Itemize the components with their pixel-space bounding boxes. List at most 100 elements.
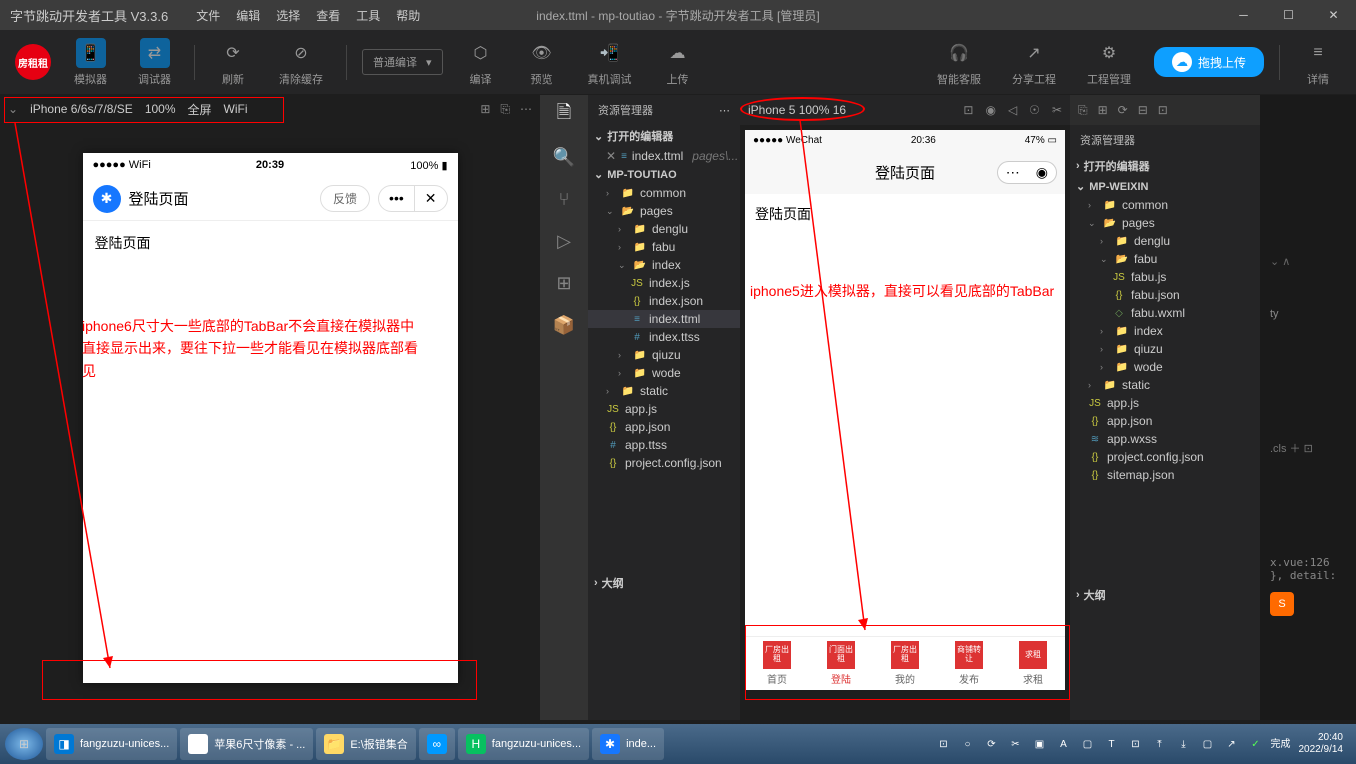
tab-seek[interactable]: 求租求租 (1001, 637, 1065, 690)
tab-publish[interactable]: 商铺转让发布 (937, 637, 1001, 690)
compile-button[interactable]: ⬡编译 (458, 34, 504, 91)
more-icon[interactable]: ⋯ (998, 162, 1028, 183)
task-devtool[interactable]: ✱inde... (592, 728, 664, 760)
phone-simulator[interactable]: ●●●●● WiFi 20:39 100% ▮ ✱ 登陆页面 反馈 ••• ✕ … (83, 153, 458, 683)
search-icon[interactable]: 🔍 (552, 145, 576, 169)
debug-icon[interactable]: ▷ (552, 229, 576, 253)
clear-cache-button[interactable]: ⊘清除缓存 (271, 34, 331, 91)
refresh-icon[interactable]: ⟳ (1118, 103, 1128, 117)
remote-debug-button[interactable]: 📲真机调试 (580, 34, 640, 91)
explorer-icon[interactable]: 🗎 (552, 103, 576, 127)
menu-tools[interactable]: 工具 (348, 7, 388, 24)
r-folder-wode[interactable]: ›📁wode (1070, 358, 1260, 376)
rotate-icon[interactable]: ⊞ (480, 102, 490, 117)
folder-fabu[interactable]: ›📁fabu (588, 238, 740, 256)
menu-select[interactable]: 选择 (268, 7, 308, 24)
git-icon[interactable]: ⑂ (552, 187, 576, 211)
task-vscode[interactable]: ◨fangzuzu-unices... (46, 728, 177, 760)
share-button[interactable]: ↗分享工程 (1004, 34, 1064, 91)
r-folder-qiuzu[interactable]: ›📁qiuzu (1070, 340, 1260, 358)
more-icon[interactable]: ••• (379, 186, 415, 211)
menu-view[interactable]: 查看 (308, 7, 348, 24)
folder-wode[interactable]: ›📁wode (588, 364, 740, 382)
package-icon[interactable]: 📦 (552, 313, 576, 337)
file-index-js[interactable]: JSindex.js (588, 274, 740, 292)
close-icon[interactable]: ✕ (415, 186, 447, 211)
refresh-button[interactable]: ⟳刷新 (210, 34, 256, 91)
device-select[interactable]: iPhone 6/6s/7/8/SE (30, 102, 133, 116)
preview-button[interactable]: 👁预览 (519, 34, 565, 91)
folder-pages[interactable]: ⌄📂pages (588, 202, 740, 220)
ai-service-button[interactable]: 🎧智能客服 (929, 34, 989, 91)
file-app-ttss[interactable]: #app.ttss (588, 436, 740, 454)
clock[interactable]: 20:402022/9/14 (1299, 732, 1352, 756)
right-project-header[interactable]: ⌄MP-WEIXIN (1070, 177, 1260, 196)
file-index-ttss[interactable]: #index.ttss (588, 328, 740, 346)
open-file-item[interactable]: ✕≡index.ttmlpages\... (588, 147, 740, 165)
snapshot-icon[interactable]: ⎘ (500, 102, 510, 117)
r-folder-index[interactable]: ›📁index (1070, 322, 1260, 340)
file-app-js[interactable]: JSapp.js (588, 400, 740, 418)
copy-icon[interactable]: ⎘ (1078, 103, 1088, 118)
folder-denglu[interactable]: ›📁denglu (588, 220, 740, 238)
r-file-sitemap[interactable]: {}sitemap.json (1070, 466, 1260, 484)
target-icon[interactable]: ◉ (1028, 162, 1056, 183)
tab-mine[interactable]: 厂房出租我的 (873, 637, 937, 690)
r-folder-pages[interactable]: ⌄📂pages (1070, 214, 1260, 232)
project-header[interactable]: ⌄MP-TOUTIAO (588, 165, 740, 184)
r-file-fabu-json[interactable]: {}fabu.json (1070, 286, 1260, 304)
task-app1[interactable]: ∞ (419, 728, 455, 760)
simulator-button[interactable]: 📱模拟器 (66, 34, 115, 91)
outline-header[interactable]: ›大纲 (588, 572, 740, 594)
menu-help[interactable]: 帮助 (388, 7, 428, 24)
fullscreen-toggle[interactable]: 全屏 (188, 101, 212, 118)
r-file-fabu-js[interactable]: JSfabu.js (1070, 268, 1260, 286)
extensions-icon[interactable]: ⊞ (552, 271, 576, 295)
file-index-ttml[interactable]: ≡index.ttml (588, 310, 740, 328)
r-folder-common[interactable]: ›📁common (1070, 196, 1260, 214)
cut-icon[interactable]: ✂ (1052, 103, 1062, 117)
record-icon[interactable]: ◉ (985, 103, 995, 117)
tab-home[interactable]: 厂房出租首页 (745, 637, 809, 690)
folder-common[interactable]: ›📁common (588, 184, 740, 202)
engineering-button[interactable]: ⚙工程管理 (1079, 34, 1139, 91)
file-project-config[interactable]: {}project.config.json (588, 454, 740, 472)
r-file-app-js[interactable]: JSapp.js (1070, 394, 1260, 412)
r-folder-denglu[interactable]: ›📁denglu (1070, 232, 1260, 250)
r-file-fabu-wxml[interactable]: ◇fabu.wxml (1070, 304, 1260, 322)
tab-login[interactable]: 门面出租登陆 (809, 637, 873, 690)
debugger-button[interactable]: ⇄调试器 (130, 34, 179, 91)
r-folder-static[interactable]: ›📁static (1070, 376, 1260, 394)
start-button[interactable]: ⊞ (5, 728, 43, 760)
close-button[interactable]: ✕ (1311, 0, 1356, 30)
back-icon[interactable]: ◁ (1008, 103, 1017, 117)
drag-upload-button[interactable]: ☁拖拽上传 (1154, 47, 1264, 77)
task-hbuilder[interactable]: Hfangzuzu-unices... (458, 728, 589, 760)
r-file-app-wxss[interactable]: ≋app.wxss (1070, 430, 1260, 448)
menu-file[interactable]: 文件 (188, 7, 228, 24)
collapse-icon[interactable]: ⊟ (1138, 103, 1148, 117)
details-button[interactable]: ≡详情 (1295, 34, 1341, 91)
folder-index[interactable]: ⌄📂index (588, 256, 740, 274)
task-chrome[interactable]: ◉苹果6尺寸像素 - ... (180, 728, 313, 760)
right-device-select[interactable]: iPhone 5 100% 16 (748, 103, 846, 117)
task-folder[interactable]: 📁E:\报错集合 (316, 728, 415, 760)
upload-button[interactable]: ☁上传 (655, 34, 701, 91)
file-app-json[interactable]: {}app.json (588, 418, 740, 436)
feedback-button[interactable]: 反馈 (320, 185, 370, 212)
layout-icon[interactable]: ⊞ (1098, 103, 1108, 117)
screenshot-icon[interactable]: ⊡ (963, 103, 973, 117)
zoom-select[interactable]: 100% (145, 102, 176, 116)
right-open-editors[interactable]: ›打开的编辑器 (1070, 155, 1260, 177)
folder-static[interactable]: ›📁static (588, 382, 740, 400)
file-index-json[interactable]: {}index.json (588, 292, 740, 310)
right-phone-simulator[interactable]: ●●●●● WeChat 20:36 47% ▭ 登陆页面 ⋯ ◉ 登陆页面 厂… (745, 130, 1065, 690)
tray-icon[interactable]: ⊡ (935, 735, 953, 753)
compile-mode[interactable]: 普通编译 ▾ (362, 49, 443, 75)
r-file-project-config[interactable]: {}project.config.json (1070, 448, 1260, 466)
chevron-down-icon[interactable]: ⌄ (8, 102, 18, 116)
more-icon[interactable]: ⋯ (719, 104, 730, 117)
folder-qiuzu[interactable]: ›📁qiuzu (588, 346, 740, 364)
maximize-button[interactable]: ☐ (1266, 0, 1311, 30)
r-folder-fabu[interactable]: ⌄📂fabu (1070, 250, 1260, 268)
